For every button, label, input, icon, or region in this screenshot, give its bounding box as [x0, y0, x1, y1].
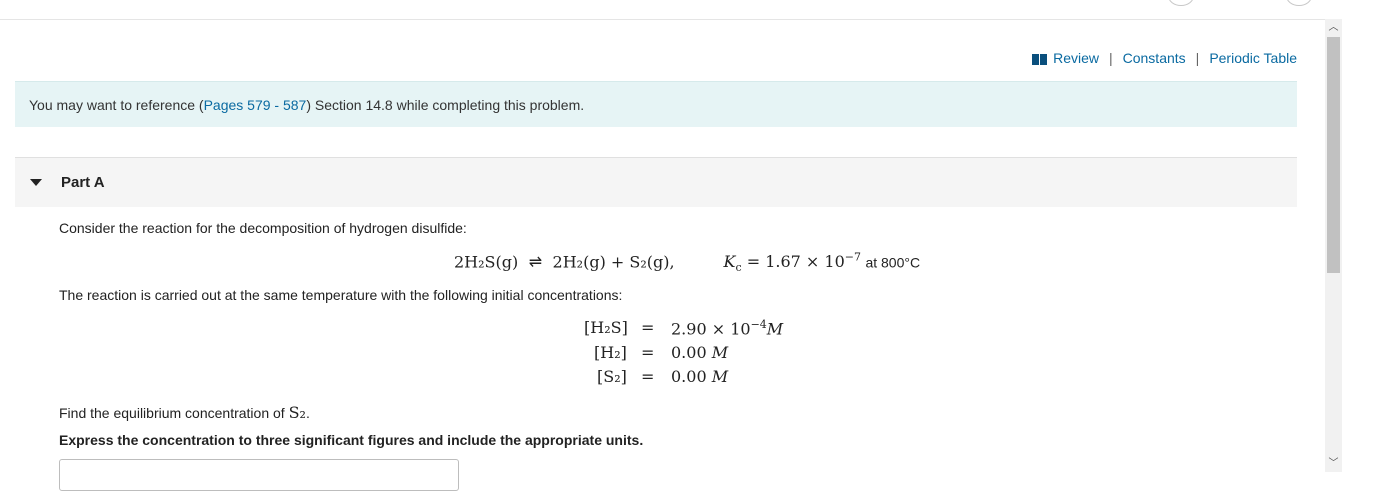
- conc-equals: =: [641, 343, 655, 362]
- scroll-up-icon[interactable]: ︿: [1325, 21, 1342, 35]
- scroll-down-icon[interactable]: ﹀: [1325, 457, 1342, 471]
- find-species: S₂: [288, 403, 306, 422]
- conc-value: 0.00 M: [671, 367, 728, 386]
- kc-temperature: at 800°C: [865, 254, 921, 271]
- circle-button-right[interactable]: [1286, 0, 1312, 6]
- conc-number: 0.00: [671, 343, 707, 362]
- reference-prefix: You may want to reference (: [29, 97, 204, 113]
- instructions-text: Express the concentration to three signi…: [59, 432, 644, 448]
- conc-species: [H₂]: [594, 343, 627, 362]
- kc-sub: c: [735, 261, 742, 275]
- periodic-table-link[interactable]: Periodic Table: [1209, 50, 1297, 66]
- caret-down-icon[interactable]: [30, 179, 42, 186]
- top-bar: [0, 0, 1325, 20]
- conc-number: 2.90 × 10: [671, 319, 751, 339]
- conc-equals: =: [641, 318, 655, 337]
- reaction-products: 2H₂(g) + S₂(g),: [552, 252, 675, 272]
- conc-equals: =: [641, 367, 655, 386]
- constants-link[interactable]: Constants: [1123, 50, 1186, 66]
- reference-pages-link[interactable]: Pages 579 - 587: [204, 97, 307, 113]
- resource-toolbar: Review | Constants | Periodic Table: [1032, 50, 1297, 66]
- answer-input-box[interactable]: [59, 459, 459, 491]
- toolbar-separator: |: [1108, 50, 1113, 66]
- scrollbar-thumb[interactable]: [1327, 37, 1340, 273]
- conc-species: [H₂S]: [584, 318, 628, 337]
- conc-number: 0.00: [671, 367, 707, 386]
- circle-button-left[interactable]: [1168, 0, 1194, 6]
- vertical-scrollbar[interactable]: ︿ ﹀: [1325, 19, 1342, 472]
- problem-intro: Consider the reaction for the decomposit…: [59, 220, 467, 236]
- conc-species: [S₂]: [597, 367, 627, 386]
- review-link[interactable]: Review: [1053, 50, 1099, 66]
- reaction-reactant: 2H₂S(g): [454, 252, 519, 272]
- reference-suffix: ) Section 14.8 while completing this pro…: [306, 97, 585, 113]
- conc-unit: M: [711, 343, 729, 362]
- find-text: Find the equilibrium concentration of S₂…: [59, 403, 310, 422]
- conc-exponent: −4: [750, 318, 767, 331]
- reference-banner: You may want to reference (Pages 579 - 5…: [15, 81, 1297, 127]
- conditions-text: The reaction is carried out at the same …: [59, 287, 623, 303]
- kc-exponent: −7: [844, 251, 861, 264]
- toolbar-separator: |: [1195, 50, 1200, 66]
- conc-unit: M: [766, 319, 784, 339]
- find-suffix: .: [305, 405, 310, 421]
- equilibrium-arrow-icon: ⇌: [528, 254, 543, 272]
- conc-value: 2.90 × 10−4M: [671, 318, 783, 338]
- conc-value: 0.00 M: [671, 343, 728, 362]
- reaction-equation: 2H₂S(g) ⇌ 2H₂(g) + S₂(g), Kc = 1.67 × 10…: [454, 251, 920, 275]
- kc-label: K: [723, 252, 736, 272]
- part-title: Part A: [61, 174, 105, 191]
- kc-expression: Kc = 1.67 × 10−7: [723, 251, 862, 275]
- find-prefix: Find the equilibrium concentration of: [59, 405, 289, 421]
- book-icon: [1032, 53, 1048, 65]
- kc-value: = 1.67 × 10: [746, 252, 845, 272]
- conc-unit: M: [711, 367, 729, 386]
- part-a-header[interactable]: Part A: [15, 157, 1297, 207]
